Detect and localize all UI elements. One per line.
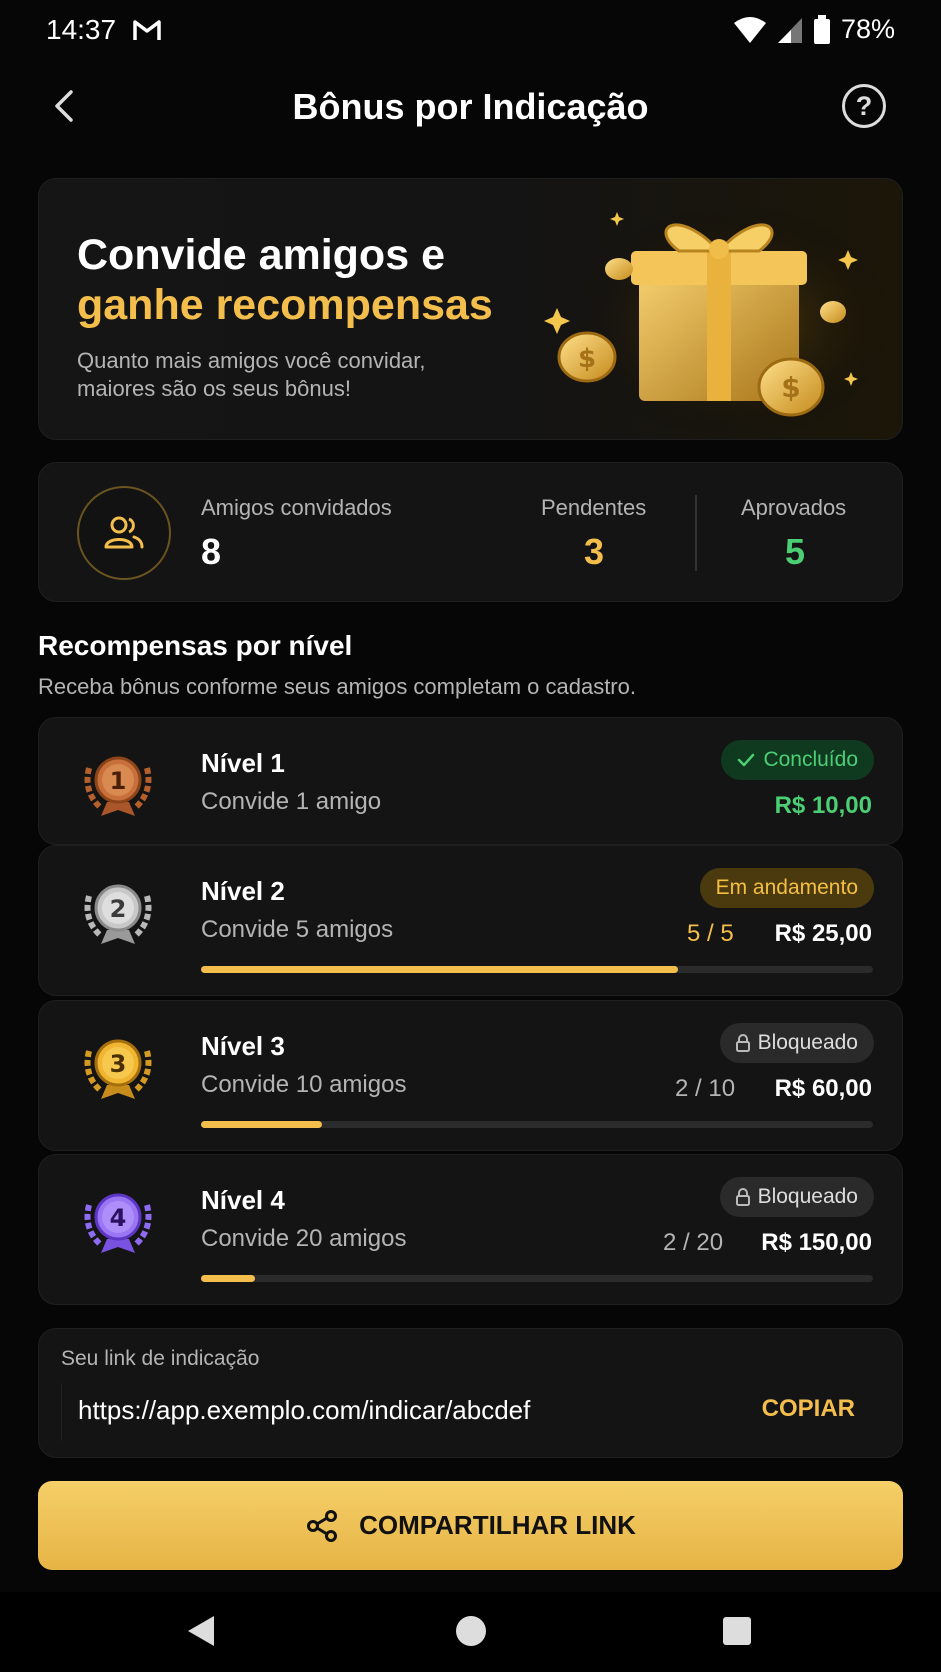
referral-link-url[interactable]: https://app.exemplo.com/indicar/abcdef	[78, 1395, 530, 1426]
level-progress-bar	[201, 966, 873, 973]
battery-icon	[813, 14, 830, 44]
pending-count: 3	[584, 531, 605, 572]
level-card-3[interactable]: 3 Nível 3 Convide 10 amigos Bloqueado 2 …	[38, 1000, 903, 1151]
level-description: Convide 5 amigos	[201, 916, 394, 943]
referral-stats-card: Amigos convidados 8 Pendentes 3 Aprovado…	[38, 462, 903, 602]
silver-medal-icon: 2	[84, 884, 152, 944]
level-progress-count: 2 / 20	[663, 1229, 724, 1256]
gmail-icon	[133, 20, 161, 40]
referral-link-card: Seu link de indicação https://app.exempl…	[38, 1328, 903, 1458]
approved-label: Aprovados	[741, 495, 847, 520]
share-link-button[interactable]: COMPARTILHAR LINK	[38, 1481, 903, 1570]
medal-number: 2	[110, 895, 127, 923]
wifi-icon	[733, 16, 766, 43]
level-name: Nível 2	[201, 876, 285, 906]
status-badge-label: Concluído	[763, 748, 858, 771]
battery-percent: 78%	[840, 14, 895, 44]
hero-title-highlight: ganhe recompensas	[77, 281, 493, 329]
rewards-section-title: Recompensas por nível	[38, 630, 353, 661]
approved-count: 5	[785, 531, 806, 572]
level-card-1[interactable]: 1 Nível 1 Convide 1 amigo Concluído R$ 1…	[38, 717, 903, 845]
nav-home-icon[interactable]	[456, 1616, 486, 1646]
level-description: Convide 10 amigos	[201, 1071, 407, 1098]
signal-icon	[777, 17, 802, 43]
stats-divider	[695, 495, 697, 571]
status-badge-label: Bloqueado	[757, 1031, 858, 1054]
help-button[interactable]: ?	[842, 84, 886, 128]
purple-medal-icon: 4	[84, 1193, 152, 1253]
level-card-4[interactable]: 4 Nível 4 Convide 20 amigos Bloqueado 2 …	[38, 1154, 903, 1305]
level-description: Convide 20 amigos	[201, 1225, 407, 1252]
bronze-medal-icon: 1	[84, 756, 152, 816]
level-card-2[interactable]: 2 Nível 2 Convide 5 amigos Em andamento …	[38, 845, 903, 996]
status-badge-label: Bloqueado	[757, 1185, 858, 1208]
check-icon	[738, 753, 755, 767]
medal-number: 1	[110, 767, 127, 795]
lock-icon	[735, 1188, 750, 1206]
gold-medal-icon: 3	[84, 1039, 152, 1099]
level-progress-bar	[201, 1121, 873, 1128]
level-description: Convide 1 amigo	[201, 788, 382, 815]
svg-text:$: $	[578, 344, 596, 374]
nav-back-icon[interactable]	[186, 1614, 216, 1648]
level-reward: R$ 25,00	[774, 920, 872, 947]
level-reward: R$ 150,00	[761, 1229, 872, 1256]
level-progress-fill	[201, 1121, 322, 1128]
status-time: 14:37	[46, 14, 117, 45]
level-name: Nível 3	[201, 1031, 285, 1061]
status-badge-locked: Bloqueado	[719, 1177, 874, 1217]
status-badge-in-progress: Em andamento	[699, 868, 874, 908]
svg-text:$: $	[781, 371, 800, 404]
status-badge-completed: Concluído	[721, 740, 874, 780]
hero-title: Convide amigos e	[77, 231, 445, 279]
invited-label: Amigos convidados	[201, 495, 392, 520]
pending-label: Pendentes	[541, 495, 647, 520]
nav-recents-icon[interactable]	[723, 1617, 751, 1645]
referral-link-label: Seu link de indicação	[61, 1347, 260, 1370]
level-reward: R$ 60,00	[774, 1075, 872, 1102]
share-icon	[307, 1509, 338, 1542]
hero-banner: Convide amigos e ganhe recompensas Quant…	[38, 178, 903, 440]
share-button-label: COMPARTILHAR LINK	[359, 1510, 636, 1540]
app-header: Bônus por Indicação ?	[0, 72, 941, 142]
level-progress-fill	[201, 966, 679, 973]
medal-number: 4	[110, 1204, 127, 1232]
medal-number: 3	[110, 1050, 127, 1078]
level-reward: R$ 10,00	[774, 792, 872, 819]
referral-link-field[interactable]: https://app.exemplo.com/indicar/abcdef C…	[61, 1383, 881, 1441]
invited-count: 8	[201, 531, 222, 572]
level-progress-fill	[201, 1275, 255, 1282]
status-bar: 14:37 78%	[0, 0, 941, 64]
level-name: Nível 1	[201, 748, 285, 778]
status-icons: 78%	[733, 14, 895, 45]
level-progress-count: 2 / 10	[675, 1075, 736, 1102]
status-badge-label: Em andamento	[715, 876, 858, 899]
level-progress-bar	[201, 1275, 873, 1282]
level-progress-count: 5 / 5	[687, 920, 734, 947]
copy-button[interactable]: COPIAR	[762, 1395, 855, 1423]
level-name: Nível 4	[201, 1185, 285, 1215]
rewards-section-subtitle: Receba bônus conforme seus amigos comple…	[38, 674, 636, 699]
page-title: Bônus por Indicação	[292, 86, 649, 127]
friends-icon	[77, 486, 171, 580]
status-badge-locked: Bloqueado	[719, 1023, 874, 1063]
hero-subtitle: Quanto mais amigos você convidar, maiore…	[77, 348, 426, 401]
gift-box-illustration: $ $	[544, 202, 889, 437]
lock-icon	[735, 1034, 750, 1052]
system-nav-bar	[0, 1592, 941, 1672]
